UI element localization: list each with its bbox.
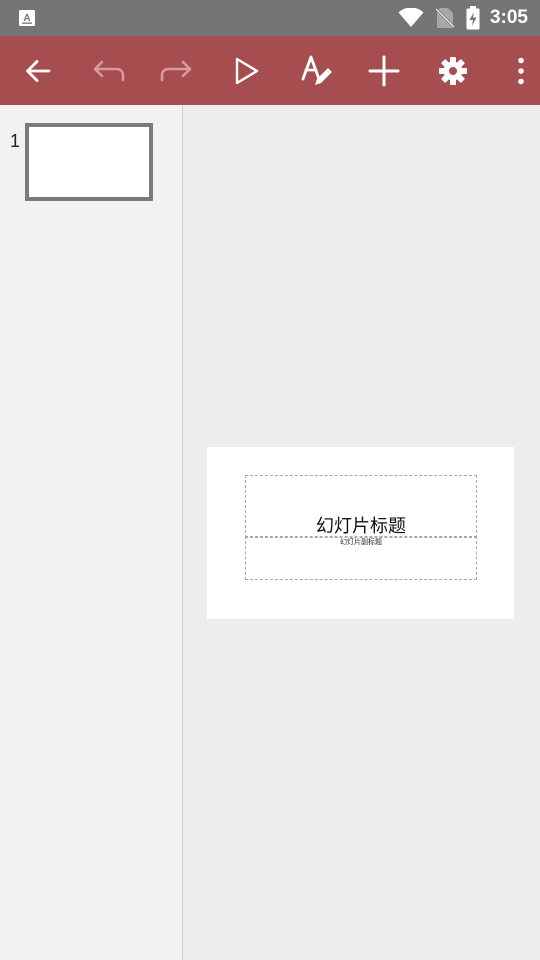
subtitle-placeholder[interactable]: 幻灯片副标题 [245,536,477,580]
slide-editor-area: 幻灯片标题 幻灯片副标题 [183,105,540,960]
redo-icon [160,60,192,82]
text-format-button[interactable] [294,48,340,94]
svg-text:A: A [23,13,30,24]
battery-charging-icon [466,6,480,30]
status-bar: A 3:05 [0,0,540,36]
back-button[interactable] [15,48,61,94]
text-format-icon [301,55,332,85]
add-icon [368,55,400,87]
play-icon [235,57,259,85]
play-slideshow-button[interactable] [223,48,269,94]
undo-button[interactable] [85,48,131,94]
slide-number: 1 [10,131,21,151]
more-options-button[interactable] [498,48,540,94]
redo-button[interactable] [154,48,200,94]
settings-gear-icon [439,57,467,85]
slide-thumbnail-panel: 1 [0,105,183,960]
presentation-editor-screen: A 3:05 1 幻灯片标题 幻灯片副标题 [0,0,540,960]
status-icons: 3:05 [386,0,528,36]
editor-toolbar [0,36,540,105]
more-vert-icon [518,57,524,85]
wifi-icon [398,8,424,28]
title-placeholder-text: 幻灯片标题 [316,516,406,537]
clock-time: 3:05 [489,7,528,28]
back-arrow-icon [26,60,51,82]
title-placeholder[interactable]: 幻灯片标题 [245,475,477,538]
subtitle-placeholder-text: 幻灯片副标题 [340,538,382,546]
text-notification-icon: A [18,9,36,27]
settings-button[interactable] [430,48,476,94]
slide-thumbnail[interactable] [25,123,153,201]
undo-icon [93,60,125,82]
add-button[interactable] [361,48,407,94]
no-sim-icon [435,7,454,29]
slide-canvas[interactable]: 幻灯片标题 幻灯片副标题 [207,447,514,619]
